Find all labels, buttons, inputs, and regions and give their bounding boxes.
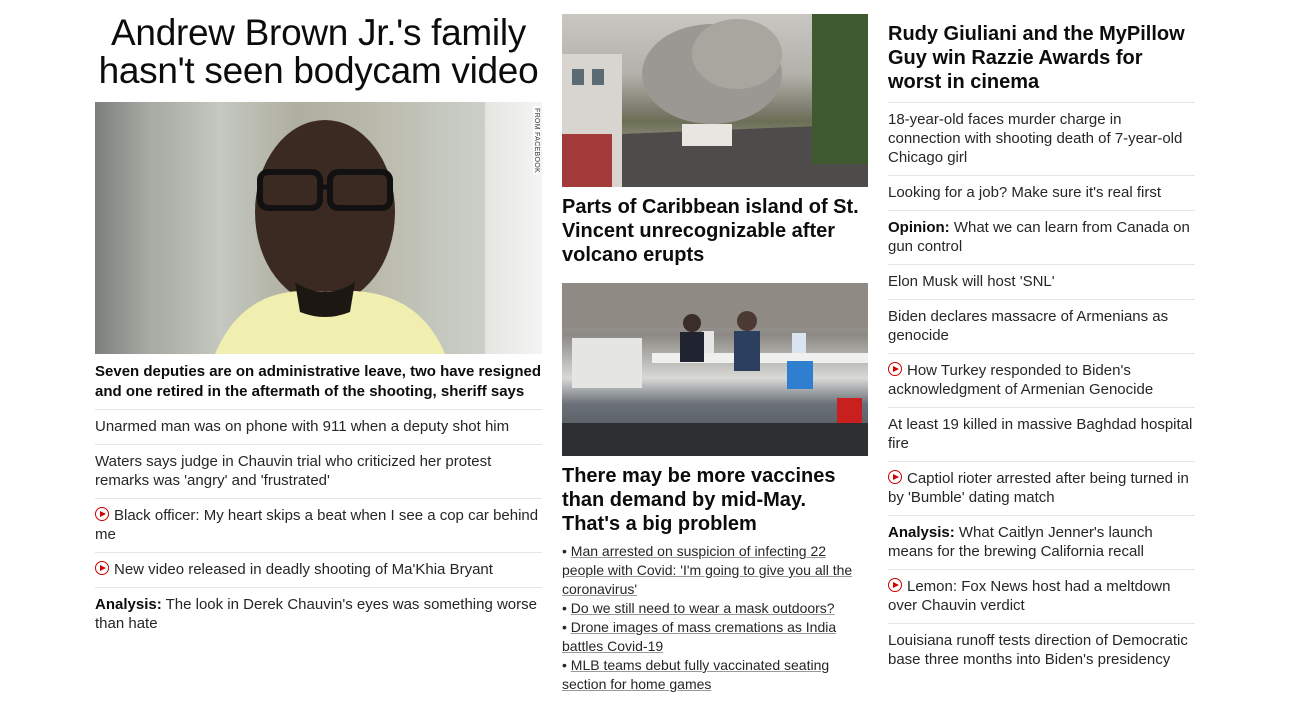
bullet-link[interactable]: Man arrested on suspicion of infecting 2… xyxy=(562,543,852,597)
headline-list-item[interactable]: Elon Musk will host 'SNL' xyxy=(888,264,1195,299)
headline-list-item[interactable]: New video released in deadly shooting of… xyxy=(95,552,542,587)
video-play-icon xyxy=(95,507,109,521)
bullet-list-item: • Do we still need to wear a mask outdoo… xyxy=(562,600,835,616)
volcano-headline[interactable]: Parts of Caribbean island of St. Vincent… xyxy=(562,195,868,267)
bullet-link[interactable]: MLB teams debut fully vaccinated seating… xyxy=(562,657,829,692)
vaccine-image-art xyxy=(562,283,868,456)
headline-list-item[interactable]: Lemon: Fox News host had a meltdown over… xyxy=(888,569,1195,623)
headline-list-item[interactable]: Louisiana runoff tests direction of Demo… xyxy=(888,623,1195,677)
vaccine-related-list: • Man arrested on suspicion of infecting… xyxy=(562,542,868,694)
headline-list-item[interactable]: Biden declares massacre of Armenians as … xyxy=(888,299,1195,353)
image-credit: FROM FACEBOOK xyxy=(533,106,540,175)
video-play-icon xyxy=(888,578,902,592)
video-play-icon xyxy=(888,470,902,484)
item-headline-text: Waters says judge in Chauvin trial who c… xyxy=(95,453,492,489)
item-headline-text: At least 19 killed in massive Baghdad ho… xyxy=(888,416,1193,452)
item-headline-text: Louisiana runoff tests direction of Demo… xyxy=(888,632,1188,668)
vaccine-story-image[interactable] xyxy=(562,283,868,456)
headline-list-item[interactable]: Captiol rioter arrested after being turn… xyxy=(888,461,1195,515)
item-headline-text: Unarmed man was on phone with 911 when a… xyxy=(95,418,510,435)
lead-sub-headline[interactable]: Seven deputies are on administrative lea… xyxy=(95,362,542,402)
portrait-image-art xyxy=(155,102,485,354)
headline-list-item[interactable]: How Turkey responded to Biden's acknowle… xyxy=(888,353,1195,407)
item-label-prefix: Analysis: xyxy=(95,596,162,613)
lead-story-image[interactable]: FROM FACEBOOK xyxy=(95,102,542,354)
bullet-list-item: • Man arrested on suspicion of infecting… xyxy=(562,543,853,597)
lead-related-list: Unarmed man was on phone with 911 when a… xyxy=(95,409,542,641)
video-play-icon xyxy=(888,362,902,376)
headline-list-item[interactable]: Waters says judge in Chauvin trial who c… xyxy=(95,444,542,498)
headline-list-item[interactable]: Unarmed man was on phone with 911 when a… xyxy=(95,409,542,444)
middle-column: Parts of Caribbean island of St. Vincent… xyxy=(562,14,868,694)
headline-list-item[interactable]: Black officer: My heart skips a beat whe… xyxy=(95,498,542,552)
headline-list-item[interactable]: Analysis: What Caitlyn Jenner's launch m… xyxy=(888,515,1195,569)
item-headline-text: How Turkey responded to Biden's acknowle… xyxy=(888,362,1154,398)
item-headline-text: 18-year-old faces murder charge in conne… xyxy=(888,111,1183,166)
lead-headline[interactable]: Andrew Brown Jr.'s family hasn't seen bo… xyxy=(95,14,542,90)
headline-list: 18-year-old faces murder charge in conne… xyxy=(888,102,1195,677)
item-headline-text: Lemon: Fox News host had a meltdown over… xyxy=(888,578,1171,614)
vaccine-headline[interactable]: There may be more vaccines than demand b… xyxy=(562,464,868,536)
right-column: Rudy Giuliani and the MyPillow Guy win R… xyxy=(888,14,1195,677)
bullet-list-item: • Drone images of mass cremations as Ind… xyxy=(562,619,837,654)
item-headline-text: New video released in deadly shooting of… xyxy=(114,561,493,578)
item-label-prefix: Opinion: xyxy=(888,219,950,236)
lead-story-column: Andrew Brown Jr.'s family hasn't seen bo… xyxy=(95,14,542,641)
headline-list-item[interactable]: Analysis: The look in Derek Chauvin's ey… xyxy=(95,587,542,641)
item-label-prefix: Analysis: xyxy=(888,524,955,541)
headline-list-item[interactable]: At least 19 killed in massive Baghdad ho… xyxy=(888,407,1195,461)
headline-list-item[interactable]: Opinion: What we can learn from Canada o… xyxy=(888,210,1195,264)
item-headline-text: Biden declares massacre of Armenians as … xyxy=(888,308,1169,344)
item-headline-text: Looking for a job? Make sure it's real f… xyxy=(888,184,1161,201)
volcano-story-image[interactable] xyxy=(562,14,868,187)
razzie-headline[interactable]: Rudy Giuliani and the MyPillow Guy win R… xyxy=(888,22,1195,94)
volcano-image-art xyxy=(562,14,868,187)
headline-list-item[interactable]: 18-year-old faces murder charge in conne… xyxy=(888,102,1195,175)
bullet-link[interactable]: Do we still need to wear a mask outdoors… xyxy=(571,600,835,616)
bullet-list-item: • MLB teams debut fully vaccinated seati… xyxy=(562,657,830,692)
item-headline-text: The look in Derek Chauvin's eyes was som… xyxy=(95,596,537,632)
item-headline-text: Black officer: My heart skips a beat whe… xyxy=(95,507,539,543)
bullet-link[interactable]: Drone images of mass cremations as India… xyxy=(562,619,836,654)
headline-list-item[interactable]: Looking for a job? Make sure it's real f… xyxy=(888,175,1195,210)
item-headline-text: Captiol rioter arrested after being turn… xyxy=(888,470,1189,506)
item-headline-text: Elon Musk will host 'SNL' xyxy=(888,273,1055,290)
video-play-icon xyxy=(95,561,109,575)
